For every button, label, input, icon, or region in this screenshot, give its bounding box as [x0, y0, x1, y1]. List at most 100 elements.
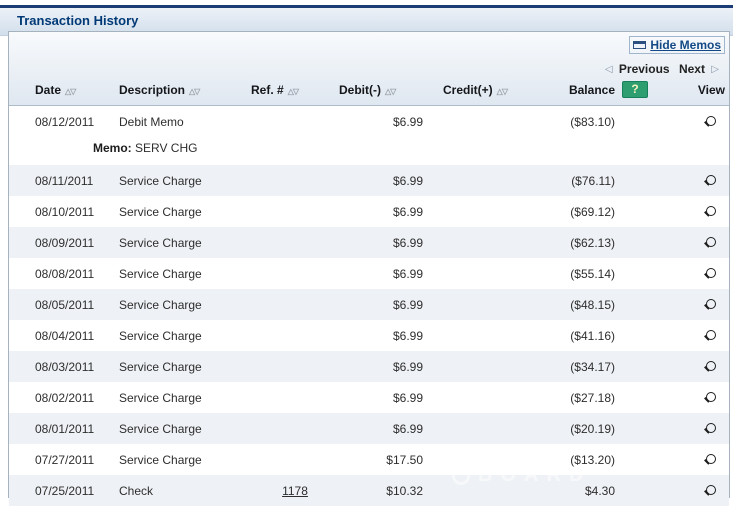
table-header-area: Hide Memos ◁ Previous Next ▷ Date△▽ Desc…	[9, 32, 729, 106]
view-magnifier-icon[interactable]	[706, 361, 716, 371]
cell-view	[649, 115, 729, 129]
table-row-main-line: 08/05/2011Service Charge$6.99($48.15)	[9, 289, 729, 320]
next-link[interactable]: Next	[679, 62, 705, 76]
previous-link[interactable]: Previous	[619, 62, 670, 76]
cell-balance: ($20.19)	[555, 422, 615, 436]
table-row: 07/27/2011Service Charge$17.50($13.20)	[9, 444, 729, 475]
cell-balance: ($13.20)	[555, 453, 615, 467]
cell-balance: ($41.16)	[555, 329, 615, 343]
table-row-main-line: 08/03/2011Service Charge $6.99 ($34.17)	[9, 351, 729, 382]
pagination: ◁ Previous Next ▷	[9, 54, 729, 77]
cell-ref: 1178	[251, 484, 339, 498]
sort-arrows-icon[interactable]: △▽	[189, 87, 199, 96]
view-magnifier-icon[interactable]	[706, 485, 716, 495]
column-header-row: Date△▽ Description△▽ Ref. #△▽ Debit(-)△▽…	[9, 77, 729, 105]
cell-view	[649, 298, 729, 312]
table-row: 08/03/2011Service Charge $6.99 ($34.17)	[9, 351, 729, 382]
table-row: 08/08/2011Service Charge$6.99($55.14)	[9, 258, 729, 289]
cell-date: 08/02/2011	[35, 391, 119, 405]
view-magnifier-icon[interactable]	[706, 423, 716, 433]
table-row: 08/12/2011Debit Memo$6.99($83.10)Memo: S…	[9, 106, 729, 165]
cell-date: 08/01/2011	[35, 422, 119, 436]
cell-balance: ($69.12)	[555, 205, 615, 219]
cell-debit: $6.99	[339, 329, 443, 343]
cell-debit: $6.99	[339, 205, 443, 219]
sort-arrows-icon[interactable]: △▽	[497, 87, 507, 96]
cell-date: 08/09/2011	[35, 236, 119, 250]
cell-description: Service Charge	[119, 174, 251, 188]
memo-text: Memo: SERV CHG	[93, 141, 225, 155]
cell-date: 08/03/2011	[35, 360, 119, 374]
cell-debit: $10.32	[339, 484, 443, 498]
ref-number-link[interactable]: 1178	[282, 484, 308, 498]
transaction-table-panel: Hide Memos ◁ Previous Next ▷ Date△▽ Desc…	[8, 31, 730, 498]
cell-date: 08/05/2011	[35, 298, 119, 312]
page-title: Transaction History	[17, 13, 138, 28]
cell-date: 08/11/2011	[35, 174, 119, 188]
balance-help-cell: ?	[615, 81, 649, 98]
cell-debit: $6.99	[339, 115, 443, 129]
cell-debit: $6.99	[339, 360, 443, 374]
cell-description: Service Charge	[119, 360, 251, 374]
sort-arrows-icon[interactable]: △▽	[385, 87, 395, 96]
cell-balance: ($34.17)	[555, 360, 615, 374]
cell-view	[649, 236, 729, 250]
column-header-balance: Balance	[555, 83, 615, 97]
cell-view	[649, 329, 729, 343]
table-row-main-line: 08/04/2011Service Charge$6.99($41.16)	[9, 320, 729, 351]
column-header-credit[interactable]: Credit(+)△▽	[443, 83, 555, 97]
table-row: 08/02/2011Service Charge $6.99 ($27.18)	[9, 382, 729, 413]
cell-debit: $17.50	[339, 453, 443, 467]
cell-debit: $6.99	[339, 422, 443, 436]
cell-debit: $6.99	[339, 298, 443, 312]
table-row-main-line: 08/12/2011Debit Memo$6.99($83.10)	[9, 106, 729, 137]
cell-description: Service Charge	[119, 422, 251, 436]
cell-date: 07/25/2011	[35, 484, 119, 498]
cell-debit: $6.99	[339, 391, 443, 405]
view-magnifier-icon[interactable]	[706, 206, 716, 216]
hide-memos-row: Hide Memos	[9, 35, 729, 54]
cell-view	[649, 267, 729, 281]
column-header-date[interactable]: Date△▽	[35, 83, 119, 97]
cell-view	[649, 174, 729, 188]
cell-date: 08/08/2011	[35, 267, 119, 281]
view-magnifier-icon[interactable]	[706, 299, 716, 309]
cell-date: 07/27/2011	[35, 453, 119, 467]
memo-icon	[633, 41, 646, 49]
cell-view	[649, 360, 729, 374]
previous-arrow-icon: ◁	[605, 64, 613, 75]
column-header-ref[interactable]: Ref. #△▽	[251, 83, 339, 97]
view-magnifier-icon[interactable]	[706, 454, 716, 464]
table-row-main-line: 07/25/2011Check1178$10.32$4.30	[9, 475, 729, 506]
sort-arrows-icon[interactable]: △▽	[65, 87, 75, 96]
view-magnifier-icon[interactable]	[706, 268, 716, 278]
cell-description: Service Charge	[119, 267, 251, 281]
cell-description: Service Charge	[119, 391, 251, 405]
cell-date: 08/12/2011	[35, 115, 119, 129]
view-magnifier-icon[interactable]	[706, 237, 716, 247]
table-row: 08/10/2011Service Charge $6.99 ($69.12)	[9, 196, 729, 227]
next-arrow-icon: ▷	[711, 64, 719, 75]
cell-balance: ($83.10)	[555, 115, 615, 129]
cell-balance: $4.30	[555, 484, 615, 498]
sort-arrows-icon[interactable]: △▽	[288, 87, 298, 96]
view-magnifier-icon[interactable]	[706, 392, 716, 402]
view-magnifier-icon[interactable]	[706, 116, 716, 126]
table-row: 07/25/2011Check1178$10.32$4.30	[9, 475, 729, 506]
view-magnifier-icon[interactable]	[706, 330, 716, 340]
table-row-main-line: 08/02/2011Service Charge $6.99 ($27.18)	[9, 382, 729, 413]
cell-description: Service Charge	[119, 205, 251, 219]
cell-date: 08/10/2011	[35, 205, 119, 219]
table-row: 08/09/2011Service Charge$6.99($62.13)	[9, 227, 729, 258]
hide-memos-button[interactable]: Hide Memos	[629, 36, 725, 54]
cell-description: Service Charge	[119, 236, 251, 250]
cell-view	[649, 453, 729, 467]
table-row: 08/05/2011Service Charge$6.99($48.15)	[9, 289, 729, 320]
cell-balance: ($55.14)	[555, 267, 615, 281]
column-header-description[interactable]: Description△▽	[119, 83, 251, 97]
column-header-debit[interactable]: Debit(-)△▽	[339, 83, 443, 97]
view-magnifier-icon[interactable]	[706, 175, 716, 185]
cell-balance: ($27.18)	[555, 391, 615, 405]
cell-debit: $6.99	[339, 174, 443, 188]
help-button[interactable]: ?	[622, 81, 648, 98]
